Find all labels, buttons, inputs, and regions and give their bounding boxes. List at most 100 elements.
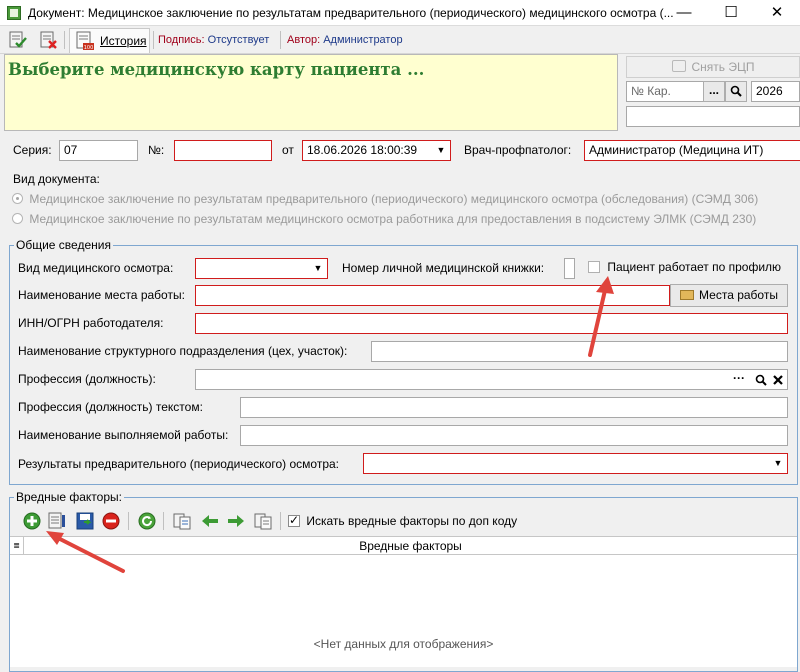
medbook-input[interactable] bbox=[564, 258, 575, 279]
works-by-profile-label: Пациент работает по профилю bbox=[607, 260, 782, 274]
checkbox[interactable] bbox=[588, 261, 600, 273]
workplaces-button[interactable]: Места работы bbox=[670, 284, 788, 307]
workplace-label: Наименование места работы: bbox=[18, 288, 185, 302]
exam-type-select[interactable]: ▼ bbox=[195, 258, 328, 279]
medbook-label: Номер личной медицинской книжки: bbox=[342, 261, 545, 275]
doc-type-option-230[interactable]: Медицинское заключение по результатам ме… bbox=[12, 212, 756, 226]
tab-history-label: История bbox=[100, 34, 147, 48]
search-icon[interactable] bbox=[755, 374, 767, 386]
series-label: Серия: bbox=[13, 143, 52, 157]
remove-ecp-button[interactable]: Снять ЭЦП bbox=[626, 56, 800, 78]
toolbar-separator bbox=[280, 31, 281, 49]
inn-input[interactable] bbox=[195, 313, 788, 334]
doc-type-option-306-label: Медицинское заключение по результатам пр… bbox=[29, 192, 759, 206]
remove-ecp-label: Снять ЭЦП bbox=[691, 60, 755, 74]
number-label: №: bbox=[148, 143, 165, 157]
work-input[interactable] bbox=[240, 425, 788, 446]
works-by-profile-checkbox[interactable]: Пациент работает по профилю bbox=[588, 260, 781, 274]
checkbox-checked[interactable] bbox=[288, 513, 300, 527]
save-checked-icon[interactable] bbox=[8, 30, 28, 50]
minimize-button[interactable]: — bbox=[661, 0, 707, 26]
signature-status: Подпись: Отсутствует bbox=[158, 34, 269, 46]
inn-label: ИНН/ОГРН работодателя: bbox=[18, 316, 164, 330]
hazards-grid[interactable]: ≣ Вредные факторы <Нет данных для отобра… bbox=[10, 536, 797, 667]
doctor-input[interactable]: Администратор (Медицина ИТ) bbox=[584, 140, 800, 161]
number-input[interactable] bbox=[174, 140, 272, 161]
workplaces-button-label: Места работы bbox=[699, 288, 778, 302]
results-label: Результаты предварительного (периодическ… bbox=[18, 457, 339, 471]
search-icon bbox=[730, 85, 742, 97]
maximize-button[interactable]: ☐ bbox=[708, 0, 754, 26]
document-app-icon bbox=[7, 6, 21, 20]
arrow-left-icon[interactable] bbox=[200, 512, 220, 530]
toolbar-separator bbox=[163, 512, 164, 530]
toolbar-separator bbox=[153, 31, 154, 49]
radio-unselected[interactable] bbox=[12, 213, 23, 224]
grid-empty-text: <Нет данных для отображения> bbox=[313, 637, 494, 651]
profession-text-input[interactable] bbox=[240, 397, 788, 418]
search-by-code-checkbox[interactable]: Искать вредные факторы по доп коду bbox=[288, 513, 518, 528]
hazards-title: Вредные факторы: bbox=[14, 490, 124, 504]
doc-type-option-230-label: Медицинское заключение по результатам ме… bbox=[29, 212, 757, 226]
author-status: Автор: Администратор bbox=[287, 34, 403, 46]
date-input[interactable]: 18.06.2026 18:00:39 ▼ bbox=[302, 140, 451, 161]
history-icon: 100 bbox=[76, 31, 94, 51]
chevron-down-icon[interactable]: ▼ bbox=[433, 142, 449, 159]
work-label: Наименование выполняемой работы: bbox=[18, 428, 229, 442]
results-select[interactable]: ▼ bbox=[363, 453, 788, 474]
division-label: Наименование структурного подразделения … bbox=[18, 344, 348, 358]
svg-text:100: 100 bbox=[84, 45, 94, 51]
search-by-code-label: Искать вредные факторы по доп коду bbox=[306, 514, 518, 528]
patient-card-banner[interactable]: Выберите медицинскую карту пациента ... bbox=[4, 54, 618, 131]
toolbar-separator bbox=[280, 512, 281, 530]
general-info-group bbox=[9, 245, 798, 485]
year-input[interactable]: 2026 bbox=[751, 81, 800, 102]
window-titlebar: Документ: Медицинское заключение по резу… bbox=[0, 0, 800, 26]
doc-type-option-306[interactable]: Медицинское заключение по результатам пр… bbox=[12, 192, 758, 206]
signature-value: Отсутствует bbox=[207, 34, 270, 46]
copy-list-icon[interactable] bbox=[172, 511, 192, 531]
column-chooser-icon[interactable]: ≣ bbox=[10, 537, 24, 554]
author-value: Администратор bbox=[323, 34, 403, 46]
exam-type-label: Вид медицинского осмотра: bbox=[18, 261, 174, 275]
column-header-hazards[interactable]: Вредные факторы bbox=[24, 539, 797, 553]
toolbar-separator bbox=[64, 31, 65, 49]
clear-icon[interactable] bbox=[772, 374, 784, 386]
date-from-label: от bbox=[282, 143, 294, 157]
arrow-right-icon[interactable] bbox=[226, 512, 246, 530]
radio-selected[interactable] bbox=[12, 193, 23, 204]
date-value: 18.06.2026 18:00:39 bbox=[307, 143, 418, 157]
tab-history[interactable]: 100 История bbox=[69, 28, 150, 53]
refresh-icon[interactable] bbox=[137, 511, 157, 531]
grid-header: ≣ Вредные факторы bbox=[10, 537, 797, 555]
signature-label: Подпись: bbox=[158, 34, 205, 46]
delete-icon[interactable] bbox=[101, 511, 121, 531]
save-icon[interactable] bbox=[75, 511, 95, 531]
patient-name-field[interactable] bbox=[626, 106, 800, 127]
profession-text-label: Профессия (должность) текстом: bbox=[18, 400, 203, 414]
general-info-title: Общие сведения bbox=[14, 238, 113, 252]
chevron-down-icon[interactable]: ▼ bbox=[770, 455, 786, 472]
profession-input[interactable]: ··· bbox=[195, 369, 788, 390]
series-input[interactable]: 07 bbox=[59, 140, 138, 161]
doc-type-label: Вид документа: bbox=[13, 172, 100, 186]
card-browse-button[interactable]: ... bbox=[703, 81, 725, 102]
card-search-button[interactable] bbox=[725, 81, 747, 102]
toolbar-separator bbox=[128, 512, 129, 530]
division-input[interactable] bbox=[371, 341, 788, 362]
doctor-label: Врач-профпатолог: bbox=[464, 143, 572, 157]
profession-label: Профессия (должность): bbox=[18, 372, 156, 386]
author-label: Автор: bbox=[287, 34, 321, 46]
stamp-icon bbox=[671, 60, 686, 72]
window-title: Документ: Медицинское заключение по резу… bbox=[28, 6, 674, 20]
profession-browse-icon[interactable]: ··· bbox=[733, 371, 745, 385]
folder-icon bbox=[680, 290, 695, 300]
workplace-input[interactable] bbox=[195, 285, 670, 306]
edit-document-icon[interactable] bbox=[47, 511, 67, 531]
add-icon[interactable] bbox=[22, 511, 42, 531]
card-number-input[interactable]: № Кар. bbox=[626, 81, 704, 102]
close-button[interactable]: ✕ bbox=[754, 0, 800, 26]
chevron-down-icon[interactable]: ▼ bbox=[310, 260, 326, 277]
cancel-document-icon[interactable] bbox=[39, 30, 59, 50]
paste-list-icon[interactable] bbox=[253, 511, 273, 531]
